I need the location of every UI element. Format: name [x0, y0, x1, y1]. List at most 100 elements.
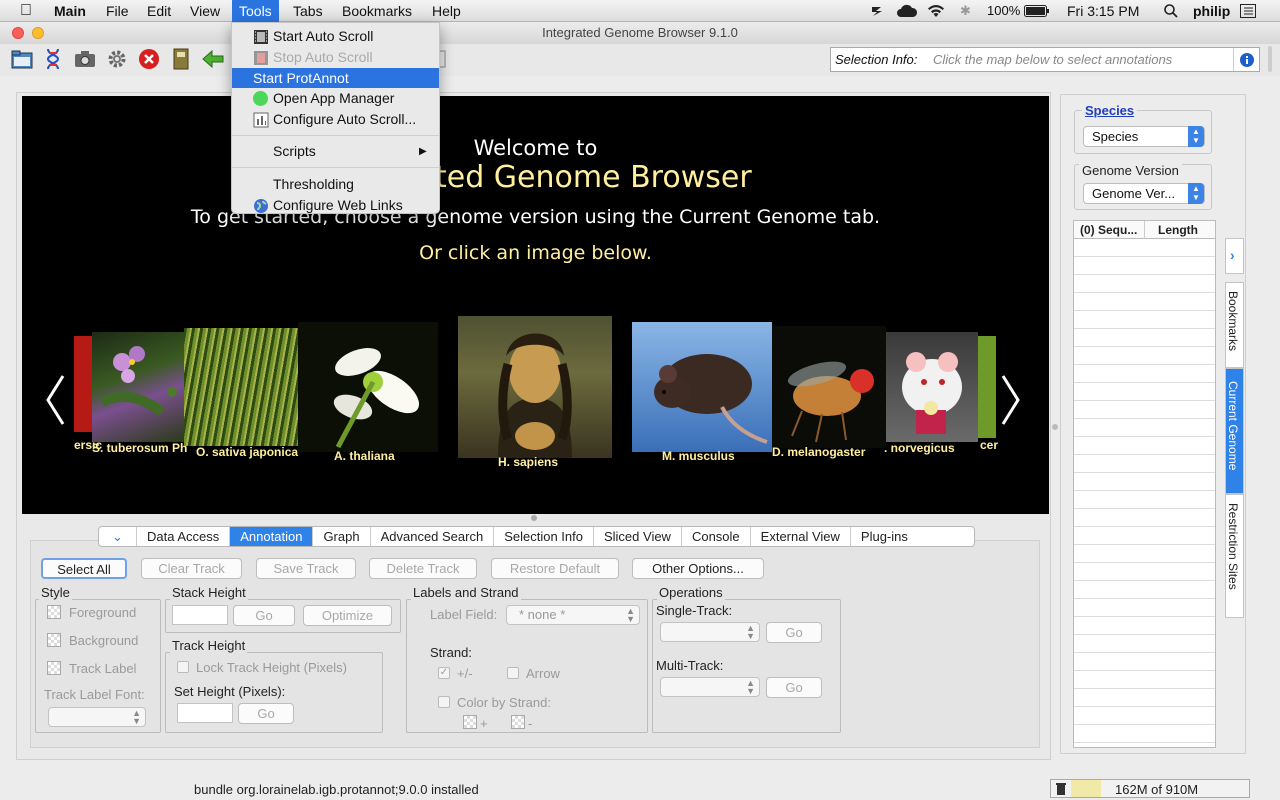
wifi-icon[interactable]	[926, 0, 946, 22]
tab-annotation[interactable]: Annotation	[230, 527, 314, 546]
info-icon[interactable]	[1233, 48, 1259, 71]
spotlight-icon[interactable]	[1163, 0, 1179, 22]
carousel-prev-icon[interactable]	[44, 374, 66, 429]
menu-app[interactable]: Main	[47, 0, 93, 22]
clear-track-button[interactable]: Clear Track	[141, 558, 242, 579]
bluetooth-icon[interactable]: ✱	[960, 0, 971, 22]
side-tab-current-genome[interactable]: Current Genome	[1225, 368, 1244, 494]
stop-icon[interactable]	[136, 46, 162, 72]
column-header-sequence[interactable]: (0) Sequ...	[1080, 223, 1137, 237]
menu-tabs[interactable]: Tabs	[286, 0, 330, 22]
tab-sliced-view[interactable]: Sliced View	[594, 527, 682, 546]
track-label-font-select[interactable]: ▲ ▼	[48, 707, 146, 727]
notification-center-icon[interactable]	[1240, 0, 1256, 22]
carousel-image-human[interactable]	[458, 316, 612, 458]
minus-strand-color-swatch[interactable]	[511, 715, 525, 729]
single-track-go-button[interactable]: Go	[766, 622, 822, 643]
carousel-caption-rat: . norvegicus	[884, 441, 955, 455]
menu-file[interactable]: File	[99, 0, 136, 22]
tab-graph[interactable]: Graph	[313, 527, 371, 546]
column-header-length[interactable]: Length	[1158, 223, 1198, 237]
other-options-button[interactable]: Other Options...	[632, 558, 764, 579]
foreground-swatch[interactable]	[47, 605, 61, 619]
set-height-input[interactable]	[177, 703, 233, 723]
menu-item-scripts[interactable]: Scripts ▶	[232, 141, 439, 162]
menu-item-stop-auto-scroll[interactable]: Stop Auto Scroll	[232, 47, 439, 68]
track-label-swatch[interactable]	[47, 661, 61, 675]
genome-version-select[interactable]: Genome Ver... ▲ ▼	[1083, 183, 1205, 204]
carousel-image-persica[interactable]	[74, 336, 92, 432]
carousel-next-icon[interactable]	[1000, 374, 1022, 429]
carousel-image-fly[interactable]	[772, 326, 886, 448]
side-split-handle[interactable]	[1052, 424, 1058, 430]
tab-advanced-search[interactable]: Advanced Search	[371, 527, 495, 546]
carousel-image-arabidopsis[interactable]	[298, 322, 438, 452]
battery-icon[interactable]	[1024, 0, 1050, 22]
carousel-image-rice[interactable]	[184, 328, 298, 446]
multi-track-go-button[interactable]: Go	[766, 677, 822, 698]
menu-item-start-protannot[interactable]: Start ProtAnnot	[232, 68, 439, 88]
split-handle[interactable]	[531, 515, 537, 521]
tab-selection-info[interactable]: Selection Info	[494, 527, 594, 546]
gear-icon[interactable]	[104, 46, 130, 72]
tab-data-access[interactable]: Data Access	[137, 527, 231, 546]
background-swatch[interactable]	[47, 633, 61, 647]
menu-item-start-auto-scroll[interactable]: Start Auto Scroll	[232, 26, 439, 47]
sequence-table[interactable]: (0) Sequ... Length	[1073, 220, 1216, 748]
menu-view[interactable]: View	[183, 0, 227, 22]
species-select[interactable]: Species ▲ ▼	[1083, 126, 1205, 147]
single-track-select[interactable]: ▲ ▼	[660, 622, 760, 642]
carousel-image-potato[interactable]	[92, 332, 184, 442]
set-height-go-button[interactable]: Go	[238, 703, 294, 724]
arrow-checkbox[interactable]	[507, 667, 519, 679]
menu-item-configure-web-links[interactable]: Configure Web Links	[232, 195, 439, 216]
bookmark-book-icon[interactable]	[168, 46, 194, 72]
save-track-button[interactable]: Save Track	[256, 558, 356, 579]
status-bar: bundle org.lorainelab.igb.protannot;9.0.…	[0, 776, 1280, 800]
clock[interactable]: Fri 3:15 PM	[1067, 0, 1139, 22]
close-window-button[interactable]	[12, 27, 24, 39]
species-title[interactable]: Species	[1082, 103, 1138, 118]
carousel-image-yeast[interactable]	[978, 336, 996, 438]
back-arrow-icon[interactable]	[200, 46, 226, 72]
side-collapse-chevron-icon[interactable]: ›	[1225, 238, 1244, 274]
open-file-icon[interactable]	[9, 46, 35, 72]
stack-height-input[interactable]	[172, 605, 228, 625]
menu-edit[interactable]: Edit	[140, 0, 178, 22]
minimize-window-button[interactable]	[32, 27, 44, 39]
menu-item-configure-auto-scroll[interactable]: Configure Auto Scroll...	[232, 109, 439, 130]
menu-bookmarks[interactable]: Bookmarks	[335, 0, 419, 22]
label-field-select[interactable]: * none * ▲ ▼	[506, 605, 640, 625]
color-by-strand-checkbox[interactable]	[438, 696, 450, 708]
dna-icon[interactable]	[40, 46, 66, 72]
carousel-image-mouse[interactable]	[632, 322, 772, 452]
multi-track-select[interactable]: ▲ ▼	[660, 677, 760, 697]
menu-item-open-app-manager[interactable]: Open App Manager	[232, 88, 439, 109]
stack-height-go-button[interactable]: Go	[233, 605, 295, 626]
menu-help[interactable]: Help	[425, 0, 468, 22]
menu-item-thresholding[interactable]: Thresholding	[232, 174, 439, 195]
tab-plug-ins[interactable]: Plug-ins	[851, 527, 918, 546]
plus-minus-checkbox[interactable]: ✓	[438, 667, 450, 679]
tab-collapse-chevron-icon[interactable]: ⌄	[99, 527, 137, 546]
carousel-image-rat[interactable]	[886, 332, 978, 442]
camera-icon[interactable]	[72, 46, 98, 72]
tab-external-view[interactable]: External View	[751, 527, 851, 546]
plus-strand-color-swatch[interactable]	[463, 715, 477, 729]
welcome-canvas[interactable]: Welcome to ted Genome Browser To get sta…	[22, 96, 1049, 514]
user-name[interactable]: philip	[1193, 0, 1230, 22]
side-tab-bookmarks[interactable]: Bookmarks	[1225, 282, 1244, 368]
selection-info-field[interactable]: Selection Info: Click the map below to s…	[830, 47, 1260, 72]
trash-icon[interactable]	[1055, 782, 1067, 799]
apple-icon[interactable]: 	[13, 0, 39, 22]
delete-track-button[interactable]: Delete Track	[369, 558, 477, 579]
restore-default-button[interactable]: Restore Default	[491, 558, 619, 579]
cloud-icon[interactable]	[896, 0, 918, 22]
tab-console[interactable]: Console	[682, 527, 751, 546]
lock-track-height-checkbox[interactable]	[177, 661, 189, 673]
side-tab-restriction-sites[interactable]: Restriction Sites	[1225, 494, 1244, 618]
optimize-button[interactable]: Optimize	[303, 605, 392, 626]
select-all-button[interactable]: Select All	[41, 558, 127, 579]
menu-tools[interactable]: Tools	[232, 0, 279, 22]
script-menu-icon[interactable]	[870, 0, 884, 22]
